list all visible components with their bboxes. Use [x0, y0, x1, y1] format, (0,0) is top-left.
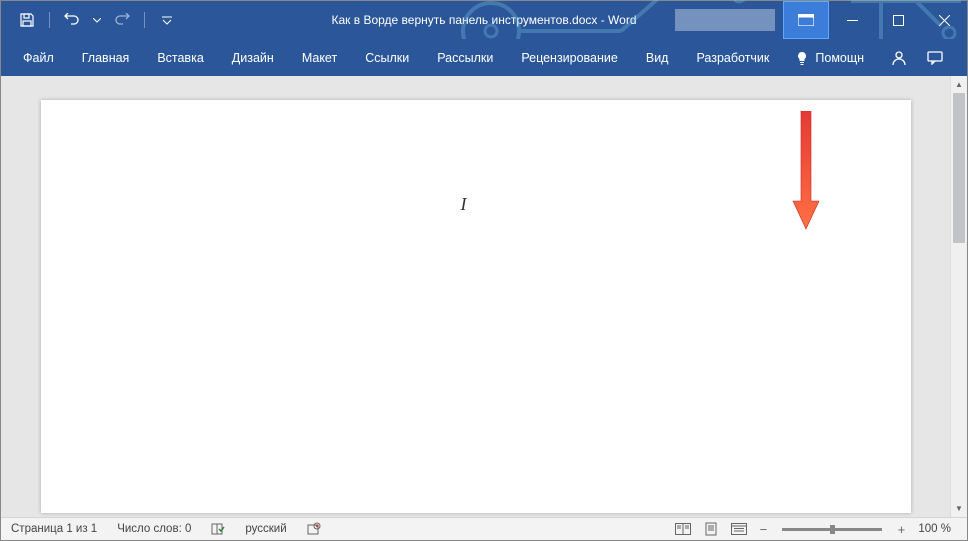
tab-references[interactable]: Ссылки: [351, 39, 423, 76]
qat-customize[interactable]: [153, 6, 181, 34]
word-count[interactable]: Число слов: 0: [107, 518, 201, 541]
record-icon: [307, 522, 321, 536]
minimize-button[interactable]: [829, 1, 875, 39]
spell-check-button[interactable]: [201, 518, 235, 541]
separator: [49, 12, 50, 28]
tab-design[interactable]: Дизайн: [218, 39, 288, 76]
zoom-slider-handle[interactable]: [830, 525, 835, 534]
share-button[interactable]: [891, 50, 907, 66]
vertical-scrollbar[interactable]: ▲ ▼: [950, 76, 967, 517]
tab-review[interactable]: Рецензирование: [507, 39, 632, 76]
tab-insert[interactable]: Вставка: [143, 39, 217, 76]
scroll-track[interactable]: [951, 93, 967, 500]
print-layout-button[interactable]: [698, 518, 724, 541]
tab-layout[interactable]: Макет: [288, 39, 351, 76]
text-cursor: I: [461, 194, 467, 215]
save-button[interactable]: [13, 6, 41, 34]
tab-view[interactable]: Вид: [632, 39, 683, 76]
redo-button[interactable]: [108, 6, 136, 34]
tab-mailings[interactable]: Рассылки: [423, 39, 507, 76]
page-count[interactable]: Страница 1 из 1: [1, 518, 107, 541]
book-check-icon: [211, 522, 225, 536]
separator: [144, 12, 145, 28]
zoom-slider[interactable]: [782, 528, 882, 531]
undo-dropdown[interactable]: [90, 6, 104, 34]
document-area: I ▲ ▼: [1, 76, 967, 517]
ribbon-tabs: Файл Главная Вставка Дизайн Макет Ссылки…: [1, 39, 967, 76]
document-name: Как в Ворде вернуть панель инструментов.…: [332, 13, 598, 27]
comment-icon: [927, 51, 943, 65]
tab-home[interactable]: Главная: [68, 39, 144, 76]
scroll-down-button[interactable]: ▼: [951, 500, 967, 517]
quick-access-toolbar: [1, 6, 181, 34]
lightbulb-icon: [795, 51, 809, 65]
zoom-in-button[interactable]: +: [892, 522, 910, 537]
web-layout-button[interactable]: [726, 518, 752, 541]
zoom-level[interactable]: 100 %: [912, 523, 957, 535]
ribbon-display-options-button[interactable]: [783, 1, 829, 39]
title-bar-right: [675, 1, 967, 39]
read-mode-icon: [675, 523, 691, 535]
scroll-thumb[interactable]: [953, 93, 965, 243]
scroll-up-button[interactable]: ▲: [951, 76, 967, 93]
undo-button[interactable]: [58, 6, 86, 34]
tab-file[interactable]: Файл: [9, 39, 68, 76]
macro-record-button[interactable]: [297, 518, 331, 541]
app-name: Word: [608, 13, 636, 27]
status-bar: Страница 1 из 1 Число слов: 0 русский − …: [1, 517, 967, 540]
title-bar: Как в Ворде вернуть панель инструментов.…: [1, 1, 967, 39]
window-title: Как в Ворде вернуть панель инструментов.…: [332, 13, 637, 27]
document-page[interactable]: I: [41, 100, 911, 513]
user-account-area[interactable]: [675, 9, 775, 31]
language-button[interactable]: русский: [235, 518, 296, 541]
page-container[interactable]: I: [1, 76, 950, 517]
maximize-button[interactable]: [875, 1, 921, 39]
close-button[interactable]: [921, 1, 967, 39]
read-mode-button[interactable]: [670, 518, 696, 541]
print-layout-icon: [704, 522, 718, 536]
tell-me-search[interactable]: Помощн: [783, 51, 876, 65]
person-icon: [891, 50, 907, 66]
web-layout-icon: [731, 523, 747, 535]
tab-developer[interactable]: Разработчик: [682, 39, 783, 76]
zoom-out-button[interactable]: −: [754, 522, 772, 537]
comments-button[interactable]: [927, 51, 943, 65]
